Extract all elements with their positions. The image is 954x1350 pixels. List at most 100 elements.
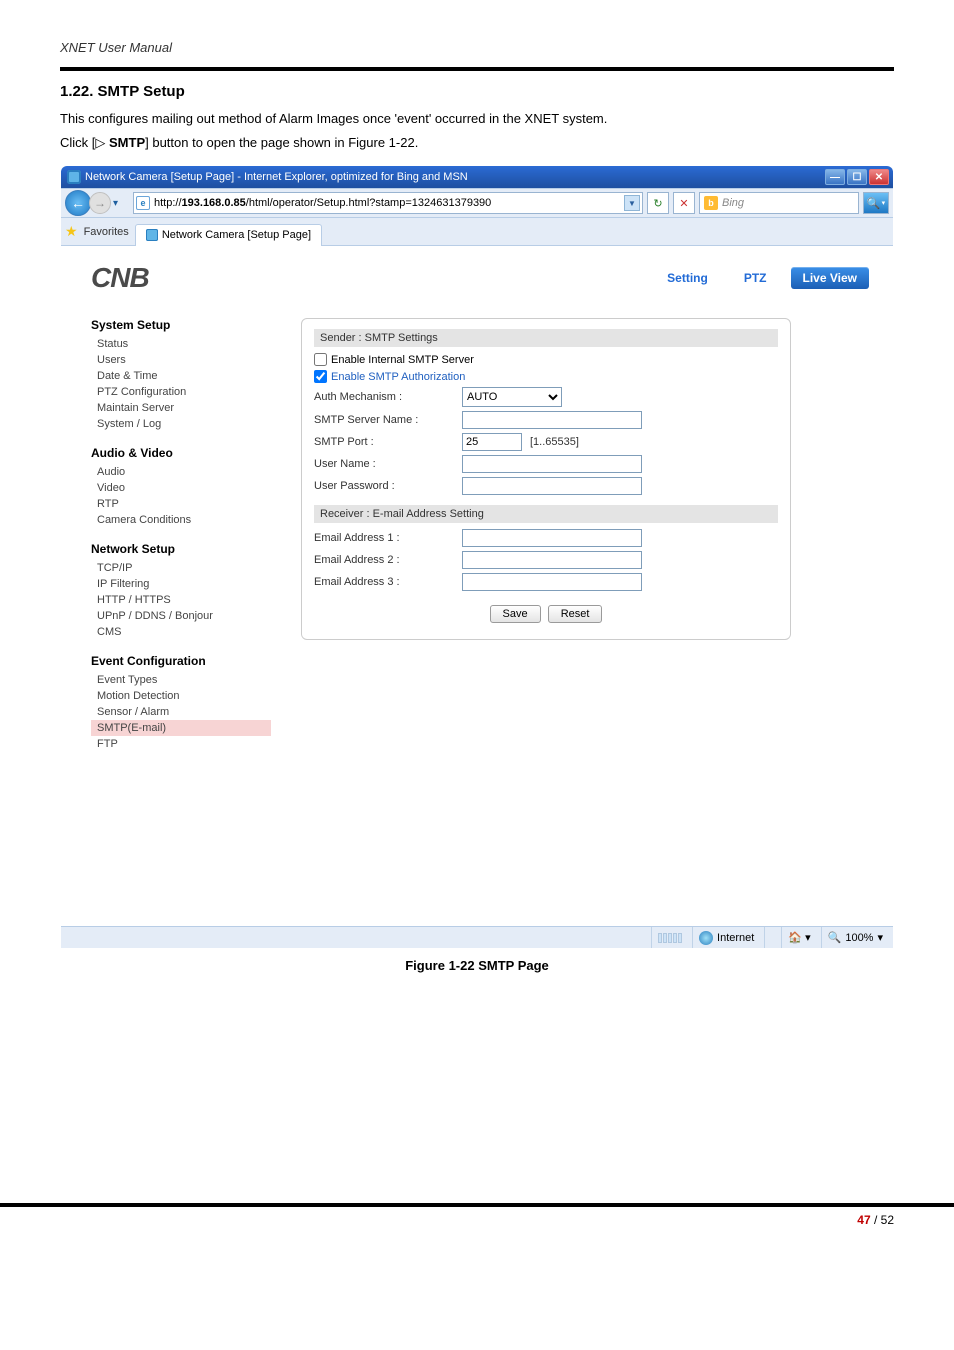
back-button[interactable]: ← — [65, 190, 91, 216]
protected-mode-cell — [764, 927, 777, 948]
smtp-server-input[interactable] — [462, 411, 642, 429]
sidebar-item-video[interactable]: Video — [91, 480, 271, 496]
sender-section-label: Sender : SMTP Settings — [314, 329, 778, 347]
tab-page-icon — [146, 229, 158, 241]
sidebar-item-users[interactable]: Users — [91, 352, 271, 368]
sidebar-item-ftp[interactable]: FTP — [91, 736, 271, 752]
sidebar-item-maintain[interactable]: Maintain Server — [91, 400, 271, 416]
ptz-button[interactable]: PTZ — [732, 267, 779, 289]
cnb-logo: CNB — [91, 262, 149, 294]
sidebar-group-event: Event Configuration — [91, 654, 271, 668]
search-dropdown-icon: ▾ — [882, 199, 886, 207]
sidebar-item-event-types[interactable]: Event Types — [91, 672, 271, 688]
sidebar-item-ipfilter[interactable]: IP Filtering — [91, 576, 271, 592]
window-title: Network Camera [Setup Page] - Internet E… — [85, 171, 468, 183]
sidebar-item-camera-cond[interactable]: Camera Conditions — [91, 512, 271, 528]
sidebar-item-audio[interactable]: Audio — [91, 464, 271, 480]
p2-text-a: Click [ — [60, 135, 95, 150]
browser-tab[interactable]: Network Camera [Setup Page] — [135, 224, 322, 246]
sidebar-item-cms[interactable]: CMS — [91, 624, 271, 640]
auth-mechanism-label: Auth Mechanism : — [314, 391, 454, 403]
smtp-password-input[interactable] — [462, 477, 642, 495]
history-dropdown-icon[interactable]: ▾ — [113, 198, 125, 209]
top-rule — [60, 67, 894, 71]
email3-label: Email Address 3 : — [314, 576, 454, 588]
email2-input[interactable] — [462, 551, 642, 569]
url-text: http://193.168.0.85/html/operator/Setup.… — [154, 197, 620, 209]
sidebar-item-date-time[interactable]: Date & Time — [91, 368, 271, 384]
settings-panel: Sender : SMTP Settings Enable Internal S… — [301, 318, 869, 766]
sidebar-item-motion[interactable]: Motion Detection — [91, 688, 271, 704]
ie-icon — [67, 170, 81, 184]
sidebar-item-system-log[interactable]: System / Log — [91, 416, 271, 432]
favorites-label: Favorites — [84, 226, 129, 238]
page-current: 47 — [857, 1213, 870, 1227]
email1-label: Email Address 1 : — [314, 532, 454, 544]
live-view-button[interactable]: Live View — [791, 267, 869, 289]
enable-internal-smtp-label: Enable Internal SMTP Server — [331, 354, 474, 366]
save-button[interactable]: Save — [490, 605, 541, 623]
minimize-button[interactable]: — — [825, 169, 845, 185]
sidebar-item-ptz-config[interactable]: PTZ Configuration — [91, 384, 271, 400]
reset-button[interactable]: Reset — [548, 605, 603, 623]
search-input[interactable]: b Bing — [699, 192, 859, 214]
sidebar-group-system: System Setup — [91, 318, 271, 332]
sidebar-item-smtp[interactable]: SMTP(E-mail) — [91, 720, 271, 736]
page-total: 52 — [881, 1213, 894, 1227]
url-input[interactable]: e http://193.168.0.85/html/operator/Setu… — [133, 192, 643, 214]
page-sep: / — [871, 1213, 881, 1227]
progress-indicator-icon — [658, 933, 682, 943]
sidebar-item-tcpip[interactable]: TCP/IP — [91, 560, 271, 576]
email2-label: Email Address 2 : — [314, 554, 454, 566]
smtp-port-input[interactable] — [462, 433, 522, 451]
zone-globe-icon — [699, 931, 713, 945]
search-button[interactable]: 🔍▾ — [863, 192, 889, 214]
tab-label: Network Camera [Setup Page] — [162, 229, 311, 241]
sidebar-item-http-https[interactable]: HTTP / HTTPS — [91, 592, 271, 608]
zone-label: Internet — [717, 932, 754, 944]
bing-icon: b — [704, 196, 718, 210]
bottom-rule — [0, 1203, 954, 1207]
sidebar-item-sensor-alarm[interactable]: Sensor / Alarm — [91, 704, 271, 720]
enable-smtp-auth-label: Enable SMTP Authorization — [331, 371, 465, 383]
sidebar-item-rtp[interactable]: RTP — [91, 496, 271, 512]
sidebar-group-av: Audio & Video — [91, 446, 271, 460]
receiver-section-label: Receiver : E-mail Address Setting — [314, 505, 778, 523]
zoom-icon: 🔍 — [828, 931, 842, 944]
intro-paragraph-2: Click [▷ SMTP] button to open the page s… — [60, 134, 894, 152]
smtp-password-label: User Password : — [314, 480, 454, 492]
email3-input[interactable] — [462, 573, 642, 591]
sidebar-group-network: Network Setup — [91, 542, 271, 556]
zoom-dropdown-icon: ▾ — [877, 931, 883, 944]
close-button[interactable]: ✕ — [869, 169, 889, 185]
maximize-button[interactable]: ☐ — [847, 169, 867, 185]
search-placeholder: Bing — [722, 197, 854, 209]
page-footer: 47 / 52 — [0, 1213, 954, 1227]
sidebar: System Setup Status Users Date & Time PT… — [91, 318, 271, 766]
auth-mechanism-select[interactable]: AUTO — [462, 387, 562, 407]
zoom-control[interactable]: 🔍 100% ▾ — [821, 927, 889, 948]
stop-button[interactable]: ✕ — [673, 192, 695, 214]
email1-input[interactable] — [462, 529, 642, 547]
favorites-star-icon[interactable]: ★ — [65, 223, 78, 240]
statusbar-tools[interactable]: 🏠 ▾ — [781, 927, 816, 948]
enable-internal-smtp-checkbox[interactable] — [314, 353, 327, 366]
browser-window: Network Camera [Setup Page] - Internet E… — [61, 166, 893, 948]
figure-caption: Figure 1-22 SMTP Page — [60, 958, 894, 973]
magnifier-icon: 🔍 — [867, 197, 881, 210]
browser-statusbar: Internet 🏠 ▾ 🔍 100% ▾ — [61, 926, 893, 948]
smtp-user-input[interactable] — [462, 455, 642, 473]
forward-button[interactable]: → — [89, 192, 111, 214]
setting-button[interactable]: Setting — [655, 267, 720, 289]
favorites-bar: ★ Favorites Network Camera [Setup Page] — [61, 218, 893, 246]
address-bar: ← → ▾ e http://193.168.0.85/html/operato… — [61, 188, 893, 218]
p2-text-bold: SMTP — [105, 135, 145, 150]
url-dropdown-icon[interactable]: ▼ — [624, 195, 640, 211]
sidebar-item-upnp-ddns[interactable]: UPnP / DDNS / Bonjour — [91, 608, 271, 624]
p2-text-c: ] button to open the page shown in Figur… — [145, 135, 418, 150]
enable-smtp-auth-checkbox[interactable] — [314, 370, 327, 383]
smtp-user-label: User Name : — [314, 458, 454, 470]
refresh-button[interactable]: ↻ — [647, 192, 669, 214]
sidebar-item-status[interactable]: Status — [91, 336, 271, 352]
window-titlebar: Network Camera [Setup Page] - Internet E… — [61, 166, 893, 188]
